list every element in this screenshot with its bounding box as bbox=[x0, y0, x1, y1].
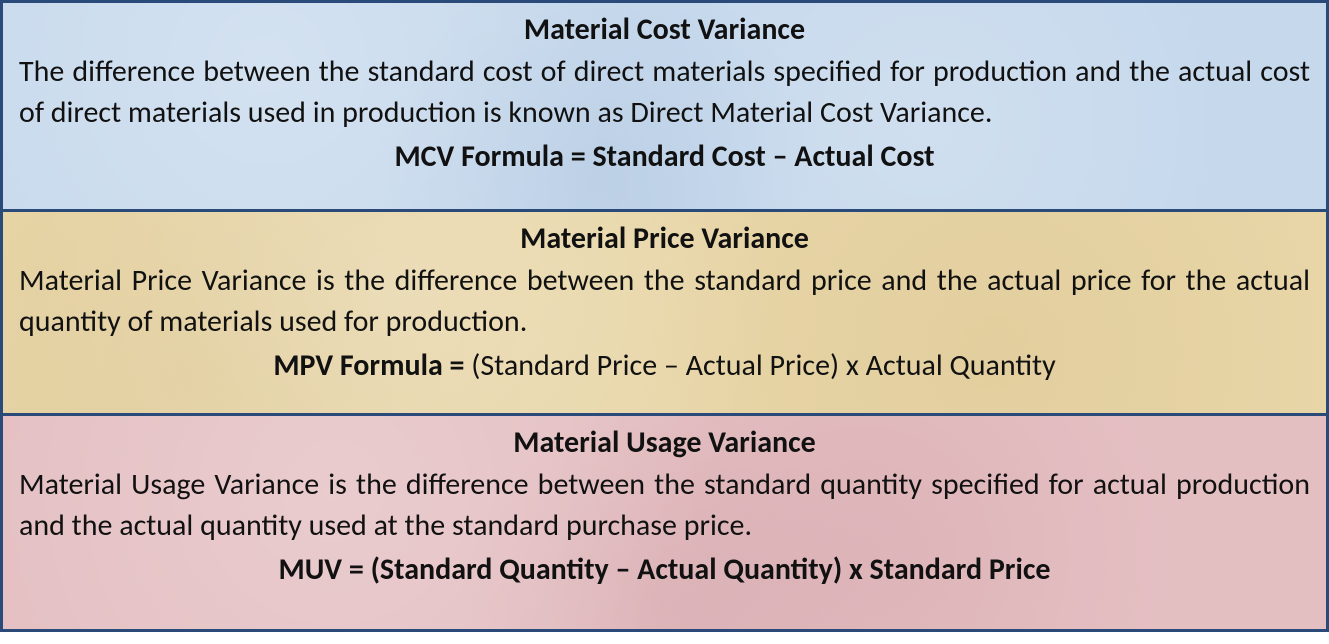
section-title: Material Price Variance bbox=[19, 220, 1310, 257]
section-formula: MCV Formula = Standard Cost – Actual Cos… bbox=[19, 137, 1310, 178]
formula-label: MPV Formula = bbox=[273, 347, 471, 384]
variance-table: Material Cost Variance The difference be… bbox=[0, 0, 1329, 632]
formula-rest: (Standard Quantity – Actual Quantity) x … bbox=[371, 551, 1051, 588]
section-formula: MPV Formula = (Standard Price – Actual P… bbox=[19, 346, 1310, 387]
section-body: Material Price Variance is the differenc… bbox=[19, 261, 1310, 342]
formula-rest: (Standard Price – Actual Price) x Actual… bbox=[471, 347, 1055, 384]
formula-label: MCV Formula = bbox=[394, 138, 592, 175]
section-body: The difference between the standard cost… bbox=[19, 52, 1310, 133]
section-body: Material Usage Variance is the differenc… bbox=[19, 465, 1310, 546]
section-title: Material Cost Variance bbox=[19, 11, 1310, 48]
section-muv: Material Usage Variance Material Usage V… bbox=[3, 413, 1326, 629]
formula-rest: Standard Cost – Actual Cost bbox=[592, 138, 934, 175]
section-mcv: Material Cost Variance The difference be… bbox=[3, 3, 1326, 209]
section-title: Material Usage Variance bbox=[19, 424, 1310, 461]
section-mpv: Material Price Variance Material Price V… bbox=[3, 209, 1326, 413]
section-formula: MUV = (Standard Quantity – Actual Quanti… bbox=[19, 550, 1310, 591]
formula-label: MUV = bbox=[279, 551, 371, 588]
